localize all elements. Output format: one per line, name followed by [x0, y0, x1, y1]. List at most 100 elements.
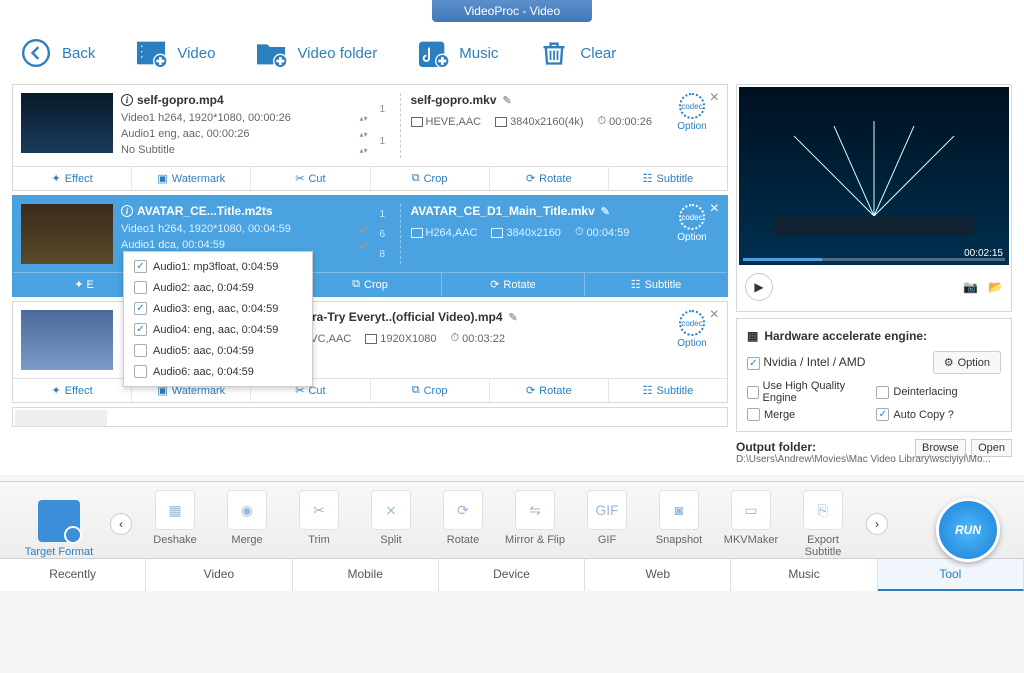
- hw-vendor-checkbox[interactable]: ✓ Nvidia / Intel / AMD: [747, 355, 865, 370]
- subtitle-button[interactable]: ☷ Subtitle: [585, 273, 727, 296]
- snapshot-icon[interactable]: 📷: [963, 280, 978, 294]
- stepper-icon[interactable]: ▴▾: [360, 116, 368, 121]
- gear-icon: codec: [679, 93, 705, 119]
- track-index: 1: [380, 209, 392, 220]
- format-merge[interactable]: ◉Merge: [212, 490, 282, 558]
- trash-icon: [538, 37, 570, 69]
- format-deshake[interactable]: ▦Deshake: [140, 490, 210, 558]
- add-video-button[interactable]: Video: [135, 37, 215, 69]
- format-split[interactable]: ⨯Split: [356, 490, 426, 558]
- rotate-button[interactable]: ⟳ Rotate: [442, 273, 585, 296]
- audio-track-option[interactable]: ✓Audio4: eng, aac, 0:04:59: [124, 319, 312, 340]
- add-video-folder-button[interactable]: Video folder: [255, 37, 377, 69]
- video-thumbnail: [21, 93, 113, 153]
- rename-icon[interactable]: ✎: [509, 311, 518, 324]
- rename-icon[interactable]: ✎: [503, 94, 512, 107]
- stepper-icon[interactable]: ▴▾: [360, 243, 368, 248]
- video-item-selected[interactable]: × iAVATAR_CE...Title.m2ts Video1 h264, 1…: [12, 195, 728, 297]
- main-toolbar: Back Video Video folder Music Clear: [0, 22, 1024, 84]
- format-mirrorflip[interactable]: ⇋Mirror & Flip: [500, 490, 570, 558]
- tab-music[interactable]: Music: [731, 559, 877, 591]
- audio-track-dropdown[interactable]: ✓Audio1: mp3float, 0:04:59Audio2: aac, 0…: [123, 251, 313, 387]
- stepper-icon[interactable]: ▴▾: [360, 148, 368, 153]
- add-music-button[interactable]: Music: [417, 37, 498, 69]
- video-icon: [135, 37, 167, 69]
- hw-option-button[interactable]: ⚙ Option: [933, 351, 1001, 374]
- footer: Target Format ‹ ▦Deshake◉Merge✂Trim⨯Spli…: [0, 481, 1024, 591]
- scroll-right-button[interactable]: ›: [866, 513, 888, 535]
- rotate-button[interactable]: ⟳ Rotate: [490, 167, 609, 190]
- folder-icon: [255, 37, 287, 69]
- output-title: Shakira-Try Everyt..(official Video).mp4: [280, 310, 503, 324]
- codec-option-button[interactable]: codec Option: [665, 93, 719, 158]
- crop-button[interactable]: ⧉ Crop: [371, 379, 490, 402]
- music-icon: [417, 37, 449, 69]
- autocopy-checkbox[interactable]: ✓Auto Copy ?: [876, 408, 995, 421]
- subtitle-info: No Subtitle: [121, 142, 175, 158]
- crop-button[interactable]: ⧉ Crop: [371, 167, 490, 190]
- audio-track-option[interactable]: Audio6: aac, 0:04:59: [124, 361, 312, 382]
- run-button[interactable]: RUN: [936, 498, 1000, 562]
- effect-button[interactable]: ✦ Effect: [13, 379, 132, 402]
- output-duration: 00:03:22: [462, 333, 505, 345]
- stepper-icon[interactable]: ▴▾: [360, 227, 368, 232]
- back-label: Back: [62, 45, 95, 62]
- info-icon[interactable]: i: [121, 94, 133, 106]
- effect-button[interactable]: ✦ Effect: [13, 167, 132, 190]
- subtitle-button[interactable]: ☷ Subtitle: [609, 379, 727, 402]
- category-tabs: RecentlyVideoMobileDeviceWebMusicTool: [0, 558, 1024, 591]
- target-format-icon: [38, 500, 80, 542]
- audio-track-option[interactable]: ✓Audio1: mp3float, 0:04:59: [124, 256, 312, 277]
- output-title: AVATAR_CE_D1_Main_Title.mkv: [411, 204, 595, 218]
- stepper-icon[interactable]: ▴▾: [360, 132, 368, 137]
- tab-mobile[interactable]: Mobile: [293, 559, 439, 591]
- target-format-button[interactable]: Target Format: [16, 500, 102, 558]
- format-exportsubtitle[interactable]: ⎘Export Subtitle: [788, 490, 858, 558]
- format-trim[interactable]: ✂Trim: [284, 490, 354, 558]
- preview-video[interactable]: 00:02:15: [739, 87, 1009, 265]
- scroll-left-button[interactable]: ‹: [110, 513, 132, 535]
- tab-video[interactable]: Video: [146, 559, 292, 591]
- deinterlacing-checkbox[interactable]: Deinterlacing: [876, 380, 995, 404]
- format-snapshot[interactable]: ◙Snapshot: [644, 490, 714, 558]
- window-title: VideoProc - Video: [432, 0, 592, 22]
- video-item[interactable]: × 1 4 9 Shakira-Try Everyt..(official Vi…: [12, 301, 728, 403]
- clear-button[interactable]: Clear: [538, 37, 616, 69]
- rotate-button[interactable]: ⟳ Rotate: [490, 379, 609, 402]
- preview-panel: 00:02:15 ▶ 📷 📂: [736, 84, 1012, 312]
- tab-device[interactable]: Device: [439, 559, 585, 591]
- tab-recently[interactable]: Recently: [0, 559, 146, 591]
- rename-icon[interactable]: ✎: [601, 205, 610, 218]
- format-gif[interactable]: GIFGIF: [572, 490, 642, 558]
- format-mkvmaker[interactable]: ▭MKVMaker: [716, 490, 786, 558]
- cut-button[interactable]: ✂ Cut: [251, 167, 370, 190]
- tab-web[interactable]: Web: [585, 559, 731, 591]
- codec-option-button[interactable]: codec Option: [665, 204, 719, 264]
- tab-tool[interactable]: Tool: [878, 559, 1024, 591]
- audio-track-option[interactable]: ✓Audio3: eng, aac, 0:04:59: [124, 298, 312, 319]
- video-item[interactable]: [12, 407, 728, 427]
- back-button[interactable]: Back: [20, 37, 95, 69]
- video-track-info: Video1 h264, 1920*1080, 00:00:26: [121, 110, 291, 126]
- info-icon[interactable]: i: [121, 205, 133, 217]
- hq-engine-checkbox[interactable]: Use High Quality Engine: [747, 380, 866, 404]
- output-resolution: 3840x2160(4k): [510, 116, 583, 128]
- watermark-button[interactable]: ▣ Watermark: [132, 167, 251, 190]
- audio-track-option[interactable]: Audio2: aac, 0:04:59: [124, 277, 312, 298]
- crop-button[interactable]: ⧉ Crop: [299, 273, 442, 296]
- video-list: × iself-gopro.mp4 Video1 h264, 1920*1080…: [12, 84, 728, 465]
- subtitle-button[interactable]: ☷ Subtitle: [609, 167, 727, 190]
- audio-track-option[interactable]: Audio5: aac, 0:04:59: [124, 340, 312, 361]
- play-button[interactable]: ▶: [745, 273, 773, 301]
- output-title: self-gopro.mkv: [411, 93, 497, 107]
- video-item[interactable]: × iself-gopro.mp4 Video1 h264, 1920*1080…: [12, 84, 728, 191]
- merge-checkbox[interactable]: Merge: [747, 408, 866, 421]
- codec-icon: [411, 228, 423, 238]
- open-folder-icon[interactable]: 📂: [988, 280, 1003, 294]
- format-rotate[interactable]: ⟳Rotate: [428, 490, 498, 558]
- hw-title: Hardware accelerate engine:: [764, 329, 927, 343]
- output-duration: 00:04:59: [587, 227, 630, 239]
- hardware-accel-panel: ▦Hardware accelerate engine: ✓ Nvidia / …: [736, 318, 1012, 432]
- codec-option-button[interactable]: codec Option: [665, 310, 719, 370]
- video-label: Video: [177, 45, 215, 62]
